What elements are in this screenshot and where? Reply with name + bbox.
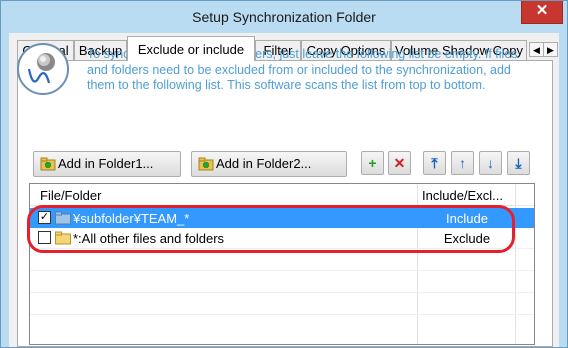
close-button[interactable]: ✕ <box>521 1 563 24</box>
window-title: Setup Synchronization Folder <box>192 9 376 25</box>
row-divider <box>30 270 534 271</box>
dialog-window: Setup Synchronization Folder ✕ General B… <box>0 0 568 348</box>
move-down-button[interactable]: ↓ <box>479 151 502 175</box>
row-divider <box>30 292 534 293</box>
add-folder-icon <box>40 156 56 172</box>
move-to-bottom-button[interactable]: ⤓ <box>507 151 530 175</box>
tab-scroll-left-button[interactable]: ◀ <box>529 42 544 57</box>
list-header: File/Folder Include/Excl... <box>30 184 534 206</box>
remove-entry-button[interactable]: ✕ <box>388 151 411 175</box>
column-header-file-folder[interactable]: File/Folder <box>40 188 101 203</box>
add-in-folder1-button[interactable]: Add in Folder1... <box>33 151 181 177</box>
tab-exclude-or-include[interactable]: Exclude or include <box>127 36 255 61</box>
add-in-folder2-button[interactable]: Add in Folder2... <box>191 151 347 177</box>
add-entry-button[interactable]: + <box>361 151 384 175</box>
tab-scroll-right-button[interactable]: ▶ <box>543 42 558 57</box>
add-in-folder1-label: Add in Folder1... <box>58 156 154 171</box>
app-logo-icon <box>17 43 69 95</box>
column-header-include-exclude[interactable]: Include/Excl... <box>422 188 503 203</box>
title-bar[interactable]: Setup Synchronization Folder ✕ <box>1 1 567 33</box>
move-to-top-button[interactable]: ⤒ <box>423 151 446 175</box>
move-up-button[interactable]: ↑ <box>451 151 474 175</box>
annotation-highlight <box>27 205 515 253</box>
add-in-folder2-label: Add in Folder2... <box>216 156 312 171</box>
row-divider <box>30 314 534 315</box>
add-folder-icon <box>198 156 214 172</box>
